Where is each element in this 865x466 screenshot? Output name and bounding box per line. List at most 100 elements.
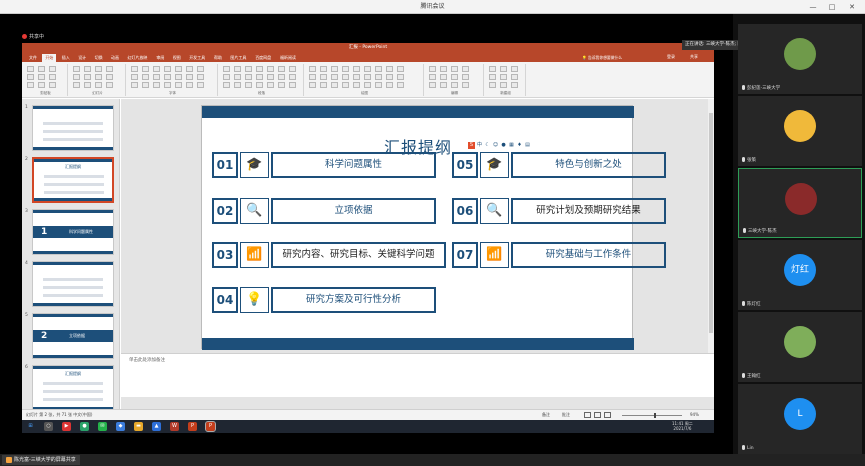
ribbon-button[interactable] xyxy=(73,66,80,72)
ribbon-button[interactable] xyxy=(142,74,149,80)
ribbon-button[interactable] xyxy=(223,74,230,80)
ribbon-button[interactable] xyxy=(500,74,507,80)
participant-tile[interactable]: 彭纪莲-三峡大学 xyxy=(738,24,862,94)
ribbon-button[interactable] xyxy=(175,66,182,72)
slide-thumbnails-pane[interactable]: 1 2 汇报提纲 3 1 科学问题属性 4 5 2 立项依据 6 汇报提纲 xyxy=(22,99,120,411)
ribbon-button[interactable] xyxy=(38,82,45,88)
ppt-tab[interactable]: 审阅 xyxy=(153,54,167,62)
ppt-tab[interactable]: 帮助 xyxy=(211,54,225,62)
ribbon-button[interactable] xyxy=(84,74,91,80)
scrollbar-thumb[interactable] xyxy=(709,113,713,333)
current-slide[interactable]: 汇报提纲 01 🎓 科学问题属性 02 🔍 立项依据 03 📶 研究内容、研究目标、关键科学问题… xyxy=(201,105,666,350)
wechat-icon[interactable]: ✉ xyxy=(98,422,107,431)
ppt-tab[interactable]: 开始 xyxy=(42,54,57,62)
ribbon-button[interactable] xyxy=(95,66,102,72)
mic-icon[interactable]: ● xyxy=(500,142,507,149)
lang-icon[interactable]: 中 xyxy=(476,142,483,149)
ribbon-button[interactable] xyxy=(131,74,138,80)
ribbon-button[interactable] xyxy=(38,66,45,72)
ribbon-button[interactable] xyxy=(131,66,138,72)
ribbon-button[interactable] xyxy=(375,74,382,80)
ribbon-button[interactable] xyxy=(73,82,80,88)
ribbon-button[interactable] xyxy=(267,82,274,88)
outline-item-06[interactable]: 06 🔍 研究计划及预期研究结果 xyxy=(452,198,666,224)
ribbon-button[interactable] xyxy=(164,66,171,72)
outline-item-01[interactable]: 01 🎓 科学问题属性 xyxy=(212,152,436,178)
ribbon-button[interactable] xyxy=(386,74,393,80)
ribbon-button[interactable] xyxy=(234,74,241,80)
sorter-view-icon[interactable] xyxy=(594,412,601,418)
ribbon-button[interactable] xyxy=(267,66,274,72)
ppt-tab[interactable]: 图片工具 xyxy=(227,54,249,62)
ribbon-button[interactable] xyxy=(331,66,338,72)
ribbon-button[interactable] xyxy=(429,82,436,88)
slide-thumbnail[interactable]: 2 立项依据 xyxy=(32,313,114,359)
folder-icon[interactable]: ▬ xyxy=(134,422,143,431)
screen-share-label[interactable]: 陈光富-三峡大学的屏幕共享 xyxy=(2,455,80,465)
ribbon-button[interactable] xyxy=(197,66,204,72)
participant-tile[interactable]: L Lin xyxy=(738,384,862,454)
ribbon-button[interactable] xyxy=(278,82,285,88)
ribbon-button[interactable] xyxy=(342,82,349,88)
ribbon-button[interactable] xyxy=(27,66,34,72)
ribbon-button[interactable] xyxy=(27,82,34,88)
ribbon-button[interactable] xyxy=(462,66,469,72)
tell-me-box[interactable]: 💡 告诉我你想要做什么 xyxy=(582,54,652,61)
shirt-icon[interactable]: ♦ xyxy=(516,142,523,149)
ribbon-button[interactable] xyxy=(106,74,113,80)
slide-thumbnail[interactable]: 1 科学问题属性 xyxy=(32,209,114,255)
slide-thumbnail[interactable]: 汇报提纲 xyxy=(32,365,114,411)
slide-thumbnail[interactable] xyxy=(32,261,114,307)
outline-item-02[interactable]: 02 🔍 立项依据 xyxy=(212,198,436,224)
maximize-button[interactable]: □ xyxy=(827,2,837,12)
ribbon-button[interactable] xyxy=(223,66,230,72)
ribbon-button[interactable] xyxy=(353,82,360,88)
ppt-tab[interactable]: 切换 xyxy=(92,54,106,62)
ribbon-button[interactable] xyxy=(84,66,91,72)
ppt-tab[interactable]: 百度网盘 xyxy=(252,54,274,62)
ribbon-button[interactable] xyxy=(153,66,160,72)
share-button[interactable]: 共享 xyxy=(690,54,698,60)
ribbon-button[interactable] xyxy=(256,74,263,80)
ribbon-button[interactable] xyxy=(27,74,34,80)
ribbon-button[interactable] xyxy=(267,74,274,80)
ribbon-button[interactable] xyxy=(95,74,102,80)
sogou-icon[interactable]: S xyxy=(468,142,475,149)
search-icon[interactable]: ○ xyxy=(44,422,53,431)
emoji-icon[interactable]: ☺ xyxy=(492,142,499,149)
ribbon-button[interactable] xyxy=(451,82,458,88)
ribbon-button[interactable] xyxy=(106,66,113,72)
windows-start-icon[interactable]: ⊞ xyxy=(26,422,35,431)
ribbon-button[interactable] xyxy=(331,82,338,88)
ribbon-button[interactable] xyxy=(397,66,404,72)
ppt-tab[interactable]: 幻灯片放映 xyxy=(124,54,150,62)
reading-view-icon[interactable] xyxy=(604,412,611,418)
ribbon-button[interactable] xyxy=(175,82,182,88)
outline-item-03[interactable]: 03 📶 研究内容、研究目标、关键科学问题 xyxy=(212,242,446,268)
app-icon-4[interactable]: W xyxy=(170,422,179,431)
ppt-tab[interactable]: 设计 xyxy=(75,54,89,62)
ppt-tab[interactable]: 文件 xyxy=(26,54,40,62)
ppt-tab[interactable]: 动画 xyxy=(108,54,122,62)
ribbon-button[interactable] xyxy=(95,82,102,88)
zoom-slider[interactable] xyxy=(622,415,682,416)
keyboard-icon[interactable]: ▦ xyxy=(508,142,515,149)
ribbon-button[interactable] xyxy=(153,74,160,80)
ribbon-button[interactable] xyxy=(38,74,45,80)
ribbon-button[interactable] xyxy=(256,82,263,88)
ribbon-button[interactable] xyxy=(245,82,252,88)
ribbon-button[interactable] xyxy=(429,74,436,80)
ribbon-button[interactable] xyxy=(245,74,252,80)
ribbon-button[interactable] xyxy=(49,82,56,88)
login-link[interactable]: 登录 xyxy=(667,54,675,60)
outline-item-04[interactable]: 04 💡 研究方案及可行性分析 xyxy=(212,287,436,313)
slide-thumbnail[interactable]: 汇报提纲 xyxy=(32,157,114,203)
outline-item-07[interactable]: 07 📶 研究基础与工作条件 xyxy=(452,242,666,268)
ribbon-button[interactable] xyxy=(440,82,447,88)
ribbon-button[interactable] xyxy=(364,74,371,80)
ribbon-button[interactable] xyxy=(278,66,285,72)
ribbon-button[interactable] xyxy=(289,74,296,80)
close-button[interactable]: ✕ xyxy=(847,2,857,12)
minimize-button[interactable]: — xyxy=(808,2,818,12)
ribbon-button[interactable] xyxy=(451,66,458,72)
